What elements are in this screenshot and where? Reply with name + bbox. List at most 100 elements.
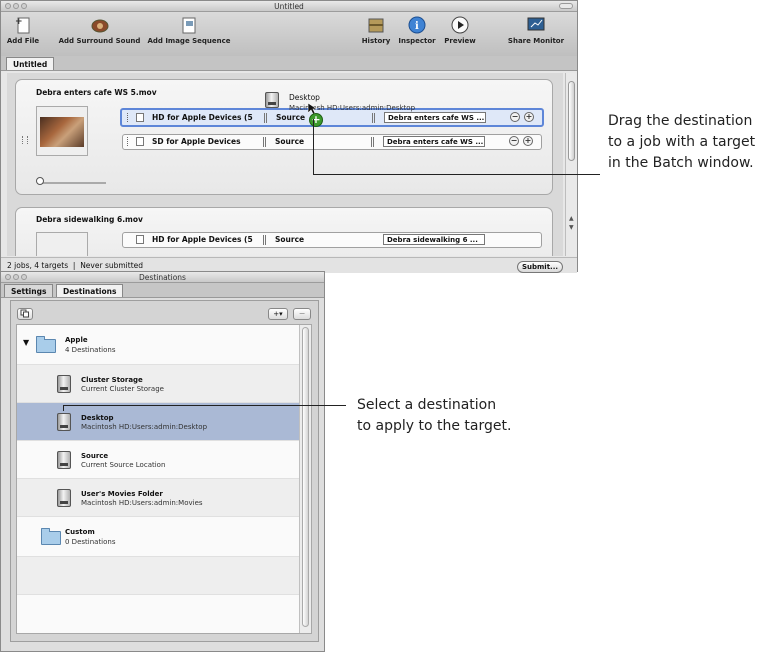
target-setting: HD for Apple Devices (5 — [152, 235, 253, 244]
destination-name: User's Movies Folder — [81, 490, 163, 498]
add-target-button[interactable]: + — [523, 136, 533, 146]
tab-untitled[interactable]: Untitled — [6, 57, 55, 70]
submit-button[interactable]: Submit... — [517, 261, 563, 273]
job-card[interactable]: Debra enters cafe WS 5.mov HD for Apple … — [15, 79, 553, 195]
remove-destination-button[interactable]: − — [293, 308, 311, 320]
output-filename-field[interactable]: Debra enters cafe WS ... — [384, 112, 486, 123]
add-image-sequence-button[interactable]: Add Image Sequence — [145, 15, 233, 45]
add-image-sequence-label: Add Image Sequence — [147, 37, 231, 45]
group-name: Apple — [65, 336, 88, 344]
toolbar-toggle-button[interactable] — [559, 3, 573, 9]
destination-item-selected[interactable]: Desktop Macintosh HD:Users:admin:Desktop — [17, 403, 299, 441]
tab-bar — [1, 56, 577, 71]
history-label: History — [361, 37, 391, 45]
target-destination[interactable]: Source — [275, 233, 304, 247]
separator — [263, 235, 266, 245]
duplicate-button[interactable] — [17, 308, 33, 320]
folder-icon — [41, 528, 61, 545]
info-icon: i — [406, 15, 428, 35]
separator — [372, 113, 375, 123]
window-title: Destinations — [139, 273, 186, 282]
destination-group-apple[interactable]: ▼ Apple 4 Destinations — [17, 325, 299, 365]
disk-icon — [57, 375, 71, 393]
target-destination[interactable]: Source — [275, 135, 304, 149]
drag-callout-text: Drag the destination to a job with a tar… — [608, 111, 780, 174]
destination-path: Current Cluster Storage — [81, 385, 164, 393]
add-file-button[interactable]: + Add File — [3, 15, 43, 45]
add-target-button[interactable]: + — [524, 112, 534, 122]
destinations-titlebar: Destinations — [1, 272, 324, 283]
add-badge-icon: + — [309, 113, 323, 127]
job-card[interactable]: Debra sidewalking 6.mov HD for Apple Dev… — [15, 207, 553, 256]
empty-row — [17, 557, 299, 595]
target-destination[interactable]: Source — [276, 111, 305, 125]
drag-callout-line-3: in the Batch window. — [608, 155, 754, 171]
group-name: Custom — [65, 528, 95, 536]
job-list: Debra enters cafe WS 5.mov HD for Apple … — [7, 73, 563, 256]
select-callout-line-2: to apply to the target. — [357, 418, 512, 434]
inspector-button[interactable]: i Inspector — [397, 15, 437, 45]
batch-titlebar: Untitled — [1, 1, 577, 12]
scrub-slider-track[interactable] — [42, 182, 106, 184]
image-sequence-icon — [178, 15, 200, 35]
scroll-up-arrow[interactable]: ▲ — [569, 215, 574, 222]
add-destination-button[interactable]: +▾ — [268, 308, 288, 320]
scrollbar-thumb[interactable] — [302, 327, 309, 627]
batch-window: Untitled + Add File Add Surround Sound A… — [0, 0, 578, 273]
history-icon — [365, 15, 387, 35]
target-row[interactable]: SD for Apple Devices Source Debra enters… — [122, 134, 542, 150]
target-setting: HD for Apple Devices (5 — [152, 113, 253, 122]
destinations-list: ▼ Apple 4 Destinations Cluster Storage C… — [16, 324, 312, 634]
output-filename-field[interactable]: Debra enters cafe WS ... — [383, 136, 485, 147]
select-callout-line — [63, 405, 346, 406]
add-file-icon: + — [12, 15, 34, 35]
scroll-down-arrow[interactable]: ▼ — [569, 224, 574, 231]
folder-icon — [36, 336, 56, 353]
setting-icon — [136, 235, 144, 244]
scrub-slider-knob[interactable] — [36, 177, 44, 185]
preview-button[interactable]: Preview — [442, 15, 478, 45]
disclosure-triangle-icon[interactable]: ▼ — [23, 338, 29, 347]
add-surround-sound-label: Add Surround Sound — [58, 37, 141, 45]
destination-path: Macintosh HD:Users:admin:Desktop — [81, 423, 208, 431]
job-thumbnail — [36, 232, 88, 256]
disk-icon — [265, 92, 279, 108]
destination-item[interactable]: Source Current Source Location — [17, 441, 299, 479]
remove-target-button[interactable]: − — [509, 136, 519, 146]
select-callout-line-1: Select a destination — [357, 397, 497, 413]
preview-label: Preview — [444, 37, 476, 45]
destination-path: Current Source Location — [81, 461, 166, 469]
drag-callout-line-1: Drag the destination — [608, 113, 753, 129]
separator — [263, 137, 266, 147]
add-surround-sound-button[interactable]: Add Surround Sound — [56, 15, 143, 45]
scrollbar-thumb[interactable] — [568, 81, 575, 161]
svg-text:i: i — [415, 21, 419, 32]
surround-sound-icon — [89, 15, 111, 35]
duplicate-icon — [20, 309, 29, 318]
row-drag-handle[interactable] — [127, 137, 130, 146]
separator — [371, 137, 374, 147]
job-list-scrollbar[interactable]: ▲ ▼ — [565, 73, 577, 256]
target-row[interactable]: HD for Apple Devices (5 Source Debra sid… — [122, 232, 542, 248]
window-title: Untitled — [274, 2, 304, 11]
share-monitor-button[interactable]: Share Monitor — [507, 15, 565, 45]
tab-settings[interactable]: Settings — [4, 284, 54, 297]
destination-group-custom[interactable]: Custom 0 Destinations — [17, 517, 299, 557]
setting-icon — [136, 137, 144, 146]
destination-name: Source — [81, 452, 109, 460]
share-monitor-label: Share Monitor — [507, 37, 565, 45]
tab-destinations[interactable]: Destinations — [56, 284, 124, 297]
row-drag-handle[interactable] — [127, 113, 130, 122]
destination-item[interactable]: User's Movies Folder Macintosh HD:Users:… — [17, 479, 299, 517]
output-filename-field[interactable]: Debra sidewalking 6 ... — [383, 234, 485, 245]
remove-target-button[interactable]: − — [510, 112, 520, 122]
job-thumbnail — [36, 106, 88, 156]
status-text: 2 jobs, 4 targets | Never submitted — [7, 261, 144, 270]
drag-callout-line-2: to a job with a target — [608, 134, 756, 150]
svg-text:+: + — [15, 17, 23, 27]
history-button[interactable]: History — [359, 15, 393, 45]
destination-item[interactable]: Cluster Storage Current Cluster Storage — [17, 365, 299, 403]
destinations-scrollbar[interactable] — [299, 325, 311, 633]
group-count: 4 Destinations — [65, 346, 116, 354]
drag-handle[interactable] — [22, 136, 28, 144]
